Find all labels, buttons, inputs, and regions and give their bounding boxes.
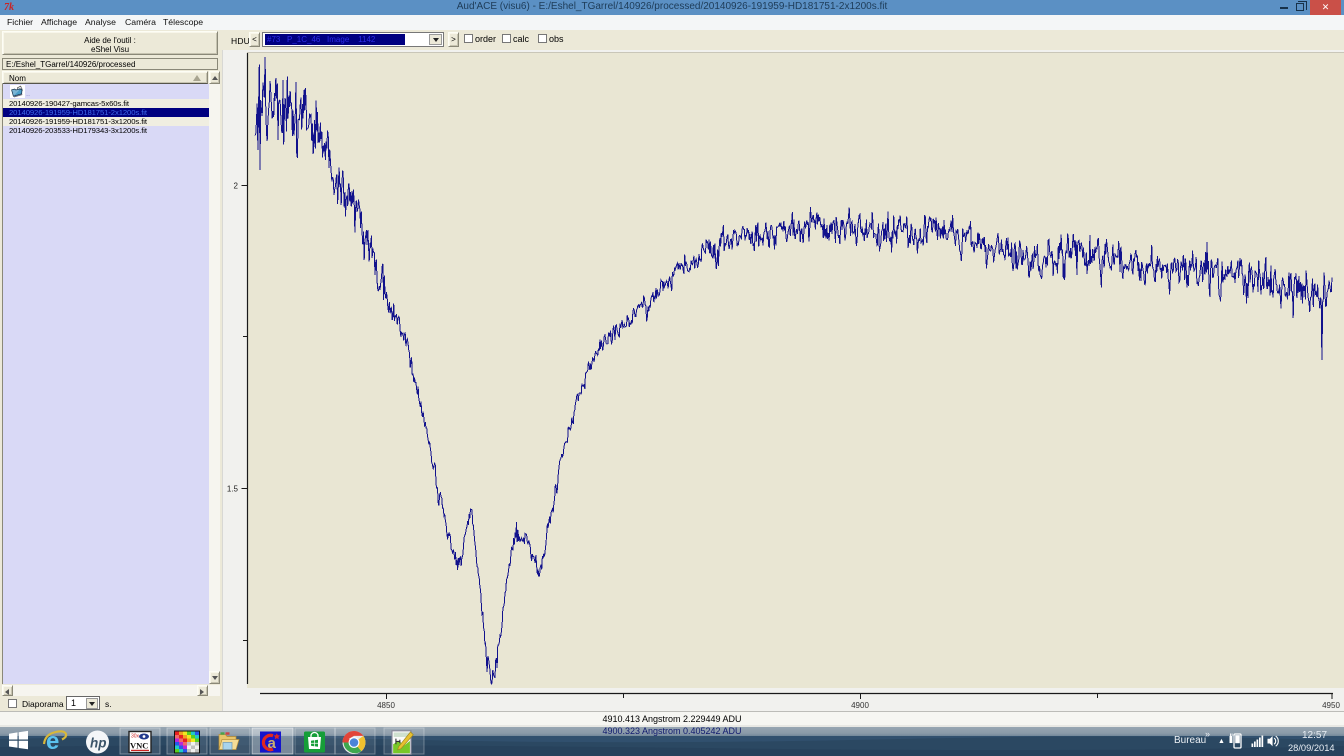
svg-text:4900: 4900 xyxy=(851,701,869,710)
svg-text:VNC: VNC xyxy=(130,741,148,751)
svg-text:hp: hp xyxy=(90,736,107,751)
svg-text:4950: 4950 xyxy=(1322,701,1340,710)
svg-text:2: 2 xyxy=(234,182,239,191)
svg-text:1.5: 1.5 xyxy=(227,485,239,494)
svg-text:4850: 4850 xyxy=(377,701,395,710)
